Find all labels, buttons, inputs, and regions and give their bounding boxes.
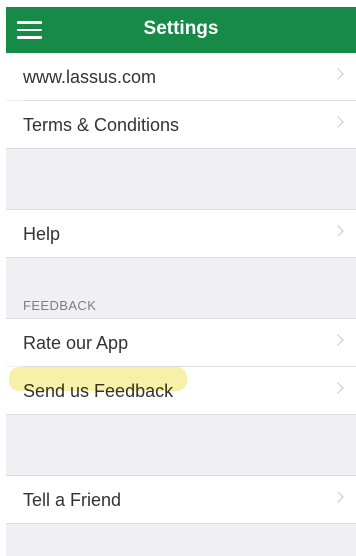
row-label-tell-friend: Tell a Friend: [23, 490, 122, 510]
row-label-rate-app: Rate our App: [23, 333, 129, 353]
row-label-terms: Terms & Conditions: [23, 115, 180, 135]
section-divider: [6, 414, 356, 415]
page-title: Settings: [143, 18, 219, 39]
chevron-right-icon: [332, 68, 344, 80]
row-label-help: Help: [23, 224, 61, 244]
section-divider: [6, 148, 356, 149]
chevron-right-icon: [332, 116, 344, 128]
settings-row-rate-app[interactable]: Rate our App: [6, 319, 356, 366]
settings-row-tell-friend[interactable]: Tell a Friend: [6, 476, 356, 523]
chevron-right-icon: [332, 491, 344, 503]
settings-row-help[interactable]: Help: [6, 210, 356, 257]
settings-row-website[interactable]: www.lassus.com: [6, 53, 356, 100]
chevron-right-icon: [332, 382, 344, 394]
highlighter-mark: [9, 367, 187, 391]
settings-screen: Settings www.lassus.com Terms & Conditio…: [6, 7, 356, 556]
section-divider: [6, 523, 356, 524]
section-divider: [6, 257, 356, 258]
navigation-bar: Settings: [6, 7, 356, 53]
row-label-website: www.lassus.com: [23, 67, 157, 87]
chevron-right-icon: [332, 334, 344, 346]
settings-row-terms[interactable]: Terms & Conditions: [6, 101, 356, 148]
section-header-feedback: FEEDBACK: [23, 298, 97, 313]
chevron-right-icon: [332, 225, 344, 237]
